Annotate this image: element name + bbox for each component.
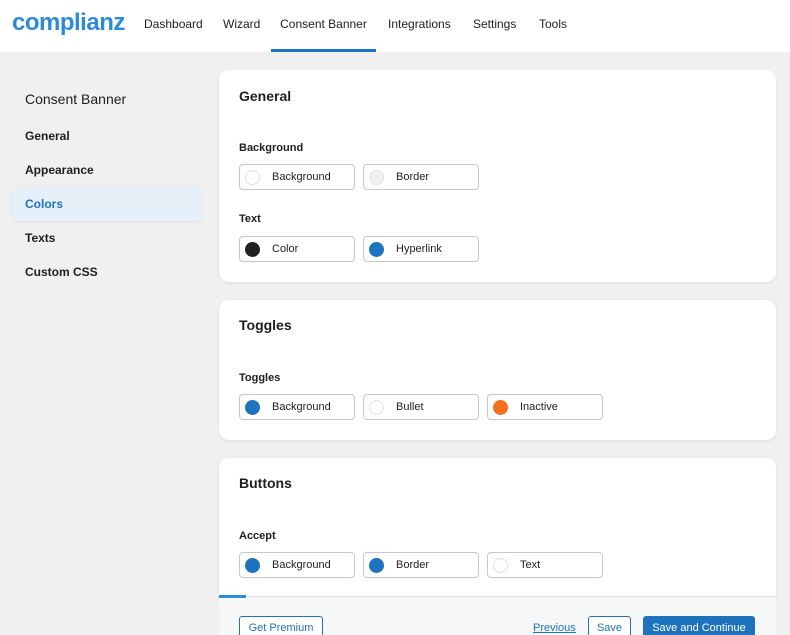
sidebar-item-custom-css[interactable]: Custom CSS: [12, 255, 202, 289]
nav-dashboard[interactable]: Dashboard: [144, 0, 203, 52]
sidebar-item-texts[interactable]: Texts: [12, 221, 202, 255]
color-picker-label: Background: [272, 401, 331, 413]
accept-background-color-picker[interactable]: Background: [239, 552, 355, 578]
color-swatch: [245, 170, 260, 185]
get-premium-button[interactable]: Get Premium: [239, 616, 323, 635]
color-swatch: [493, 400, 508, 415]
save-and-continue-button[interactable]: Save and Continue: [643, 616, 755, 635]
color-picker-label: Text: [520, 559, 541, 571]
toggle-bullet-color-picker[interactable]: Bullet: [363, 394, 479, 420]
color-swatch: [493, 558, 508, 573]
nav-wizard[interactable]: Wizard: [223, 0, 260, 52]
background-color-picker[interactable]: Background: [239, 164, 355, 190]
save-button[interactable]: Save: [588, 616, 631, 635]
text-color-picker[interactable]: Color: [239, 236, 355, 262]
accept-group-label: Accept: [239, 530, 276, 542]
general-card-title: General: [239, 88, 292, 104]
color-swatch: [245, 558, 260, 573]
color-swatch: [369, 558, 384, 573]
sidebar-item-appearance[interactable]: Appearance: [12, 153, 202, 187]
toggle-background-color-picker[interactable]: Background: [239, 394, 355, 420]
complianz-logo[interactable]: complianz: [12, 9, 125, 37]
previous-link[interactable]: Previous: [533, 622, 576, 634]
buttons-card-title: Buttons: [239, 475, 292, 491]
color-picker-label: Inactive: [520, 401, 558, 413]
nav-consent-banner[interactable]: Consent Banner: [271, 0, 376, 52]
sidebar-item-general[interactable]: General: [12, 119, 202, 153]
toggles-group-label: Toggles: [239, 372, 281, 384]
footer-action-bar: Get Premium Previous Save Save and Conti…: [219, 595, 776, 635]
color-swatch: [369, 242, 384, 257]
nav-tools[interactable]: Tools: [539, 0, 567, 52]
background-group-label: Background: [239, 142, 304, 154]
text-group-label: Text: [239, 213, 261, 225]
border-color-picker[interactable]: Border: [363, 164, 479, 190]
color-picker-label: Hyperlink: [396, 243, 442, 255]
color-swatch: [245, 400, 260, 415]
color-picker-label: Background: [272, 559, 331, 571]
sidebar-title: Consent Banner: [25, 91, 127, 107]
color-picker-label: Bullet: [396, 401, 424, 413]
accept-border-color-picker[interactable]: Border: [363, 552, 479, 578]
sidebar-item-colors[interactable]: Colors: [12, 187, 202, 221]
toggles-card: Toggles Toggles Background Bullet Inacti…: [219, 300, 776, 440]
toggles-card-title: Toggles: [239, 317, 292, 333]
general-card: General Background Background Border Tex…: [219, 70, 776, 282]
color-swatch: [245, 242, 260, 257]
color-swatch: [369, 170, 384, 185]
buttons-card: Buttons Accept Background Border Text: [219, 458, 776, 608]
color-picker-label: Color: [272, 243, 299, 255]
color-picker-label: Border: [396, 171, 430, 183]
color-picker-label: Background: [272, 171, 331, 183]
hyperlink-color-picker[interactable]: Hyperlink: [363, 236, 479, 262]
top-navigation-bar: complianz Dashboard Wizard Consent Banne…: [0, 0, 790, 52]
progress-bar: [219, 595, 246, 598]
nav-settings[interactable]: Settings: [473, 0, 516, 52]
accept-text-color-picker[interactable]: Text: [487, 552, 603, 578]
toggle-inactive-color-picker[interactable]: Inactive: [487, 394, 603, 420]
color-swatch: [369, 400, 384, 415]
color-picker-label: Border: [396, 559, 430, 571]
nav-integrations[interactable]: Integrations: [388, 0, 451, 52]
